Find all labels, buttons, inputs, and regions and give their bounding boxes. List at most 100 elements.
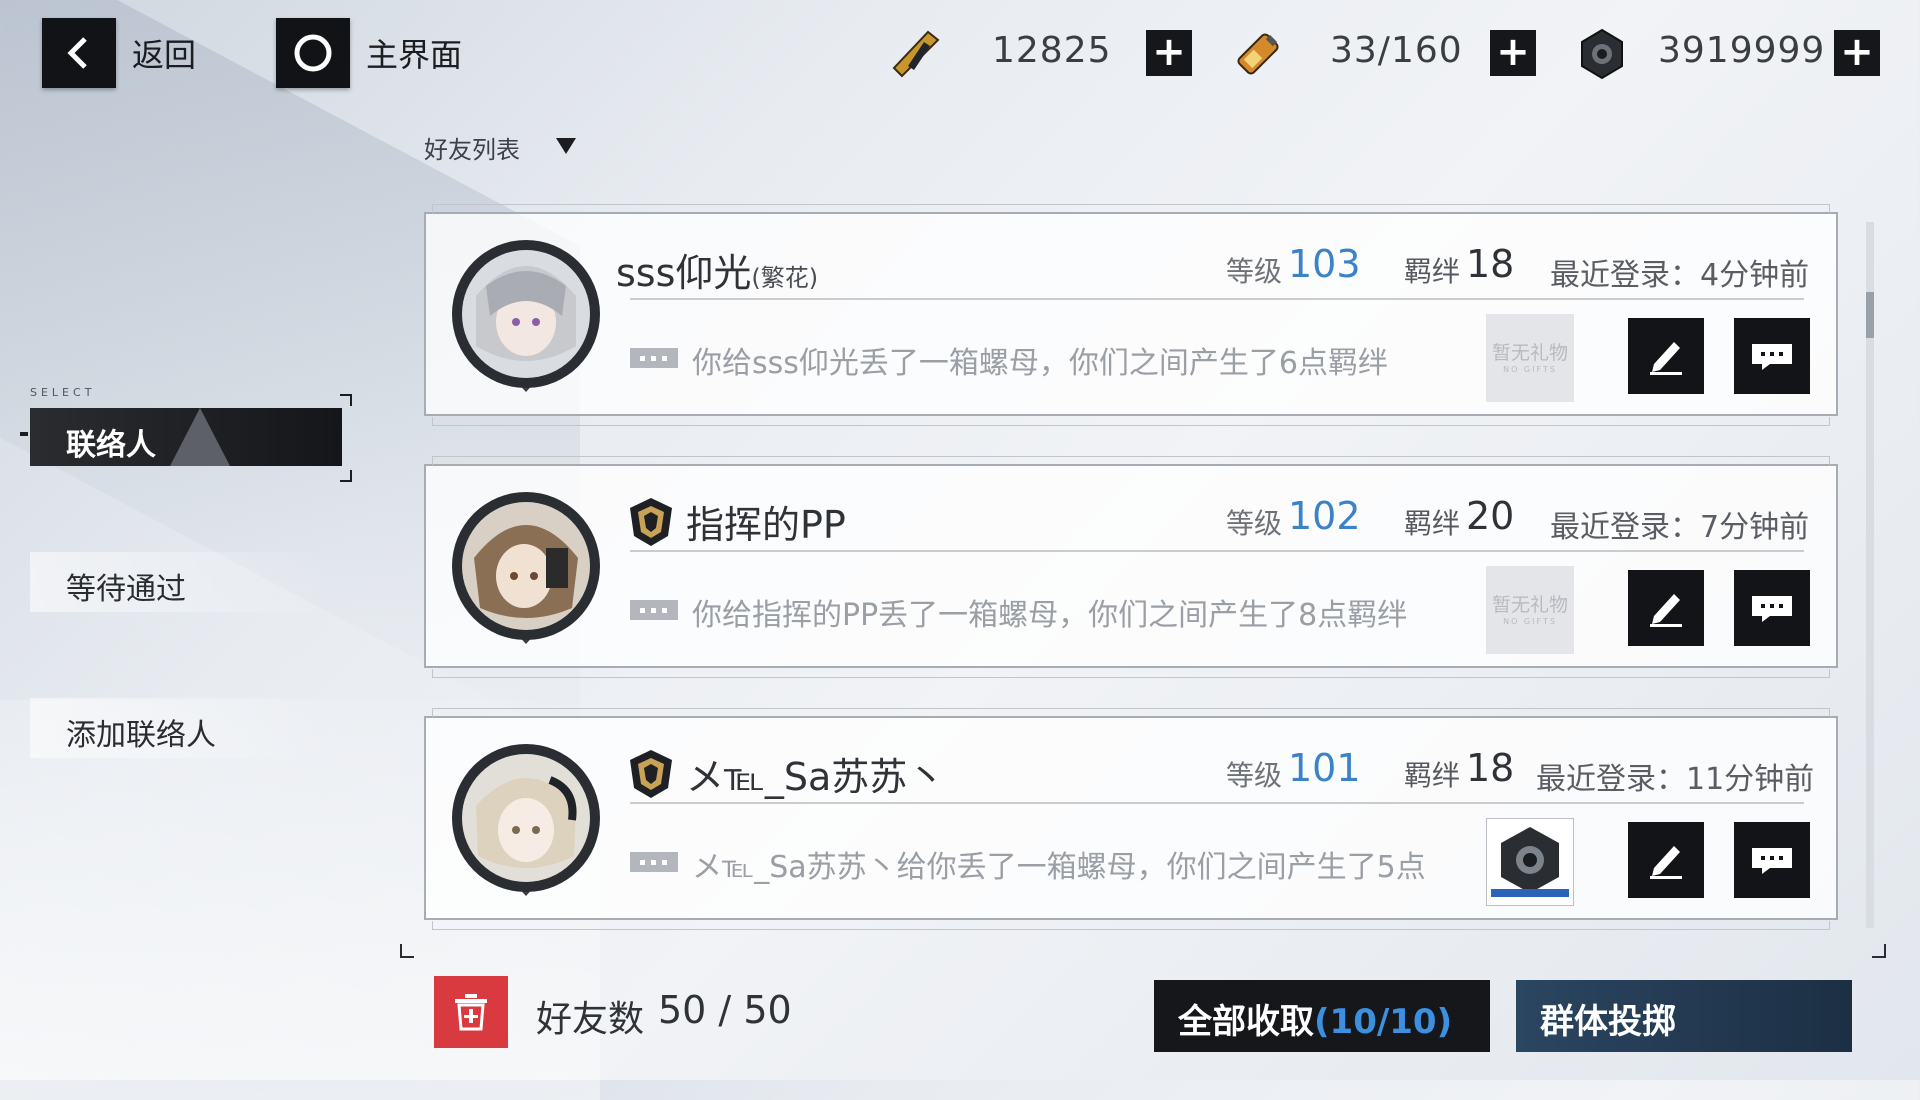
bond-label: 羁绊 (1404, 507, 1461, 540)
back-button[interactable] (42, 18, 116, 88)
dropdown-arrow-icon[interactable] (556, 138, 576, 154)
nut-count: 3919999 (1658, 30, 1826, 71)
decorative-triangle (170, 408, 230, 466)
select-tag: SELECT (30, 386, 96, 399)
bond-label: 羁绊 (1404, 759, 1461, 792)
gift-slot-empty: 暂无礼物 NO GIFTS (1486, 314, 1574, 402)
friend-count-value: 50 / 50 (658, 988, 792, 1032)
interaction-message: メ℡_Sa苏苏丶给你丢了一箱螺母，你们之间产生了5点 (692, 850, 1426, 885)
chat-button[interactable] (1734, 318, 1810, 394)
circle-icon (294, 34, 332, 72)
back-label[interactable]: 返回 (132, 30, 196, 76)
card-divider (630, 298, 1804, 300)
avatar[interactable] (446, 488, 606, 648)
message-icon (630, 348, 678, 368)
add-battery-button[interactable]: + (1490, 30, 1536, 76)
ticket-count: 12825 (992, 30, 1112, 71)
friend-name: 指挥的PP (686, 503, 846, 547)
edit-button[interactable] (1628, 822, 1704, 898)
edit-button[interactable] (1628, 318, 1704, 394)
friend-count-label: 好友数 (536, 999, 645, 1040)
trash-icon (455, 994, 487, 1031)
sidebar-item-label: 添加联络人 (66, 718, 216, 753)
avatar[interactable] (446, 740, 606, 900)
avatar[interactable] (446, 236, 606, 396)
sidebar-pointer (20, 432, 28, 436)
level-label: 等级 (1226, 507, 1283, 540)
pencil-icon (1650, 846, 1682, 879)
rank-emblem-icon (626, 496, 676, 548)
sidebar-item-label: 等待通过 (66, 572, 186, 607)
gift-empty-sublabel: NO GIFTS (1503, 365, 1557, 374)
friend-name: sss仰光(繁花) (616, 242, 818, 297)
add-ticket-button[interactable]: + (1146, 30, 1192, 76)
pencil-icon (1650, 342, 1682, 375)
chat-button[interactable] (1734, 822, 1810, 898)
edit-button[interactable] (1628, 570, 1704, 646)
friend-name-suffix: (繁花) (751, 264, 819, 292)
friend-name-text: sss仰光 (616, 251, 752, 295)
bond-value: 18 (1466, 242, 1515, 286)
interaction-message: 你给指挥的PP丢了一箱螺母，你们之间产生了8点羁绊 (692, 598, 1408, 633)
friend-card[interactable]: 指挥的PP 等级 102 羁绊 20 最近登录：7分钟前 你给指挥的PP丢了一箱… (424, 456, 1838, 678)
gift-slot-nut[interactable] (1486, 818, 1574, 906)
message-icon (630, 600, 678, 620)
level-label: 等级 (1226, 759, 1283, 792)
nut-icon (1574, 26, 1630, 82)
bond-label: 羁绊 (1404, 255, 1461, 288)
frame-corner (400, 944, 414, 958)
pencil-icon (1650, 594, 1682, 627)
last-login: 最近登录：11分钟前 (1536, 762, 1815, 797)
chat-bubble-icon (1752, 596, 1792, 622)
nut-icon (1491, 827, 1569, 897)
collect-all-button[interactable]: 全部收取(10/10) (1154, 980, 1490, 1052)
card-frame-line (432, 708, 1830, 717)
group-throw-button[interactable]: 群体投掷 (1516, 980, 1852, 1052)
friend-card[interactable]: メ℡_Sa苏苏丶 等级 101 羁绊 18 最近登录：11分钟前 メ℡_Sa苏苏… (424, 708, 1838, 930)
sidebar-item-contacts[interactable]: 联络人 (30, 408, 342, 466)
gift-empty-sublabel: NO GIFTS (1503, 617, 1557, 626)
ticket-icon (888, 26, 944, 82)
gift-empty-label: 暂无礼物 (1491, 342, 1568, 364)
battery-count: 33/160 (1330, 30, 1463, 71)
level-value: 102 (1288, 494, 1361, 538)
interaction-message: 你给sss仰光丢了一箱螺母，你们之间产生了6点羁绊 (692, 346, 1388, 381)
level-value: 101 (1288, 746, 1361, 790)
gift-slot-empty: 暂无礼物 NO GIFTS (1486, 566, 1574, 654)
chat-button[interactable] (1734, 570, 1810, 646)
sidebar-item-pending[interactable]: 等待通过 (30, 552, 330, 612)
sidebar-item-label: 联络人 (66, 428, 156, 463)
level-label: 等级 (1226, 255, 1283, 288)
card-frame-line (432, 204, 1830, 213)
gift-empty-label: 暂无礼物 (1491, 594, 1568, 616)
frame-corner (1872, 944, 1886, 958)
friend-list-dropdown-label[interactable]: 好友列表 (424, 130, 520, 165)
battery-icon (1230, 26, 1286, 82)
card-divider (630, 550, 1804, 552)
home-button[interactable] (276, 18, 350, 88)
collect-all-count: (10/10) (1314, 1002, 1453, 1042)
scrollbar-thumb[interactable] (1866, 292, 1874, 338)
bond-value: 20 (1466, 494, 1515, 538)
chat-bubble-icon (1752, 344, 1792, 370)
friend-card[interactable]: sss仰光(繁花) 等级 103 羁绊 18 最近登录：4分钟前 你给sss仰光… (424, 204, 1838, 426)
card-divider (630, 802, 1804, 804)
card-frame-line (432, 921, 1830, 930)
card-frame-line (432, 669, 1830, 678)
chat-bubble-icon (1752, 848, 1792, 874)
friend-name: メ℡_Sa苏苏丶 (686, 755, 946, 799)
last-login: 最近登录：7分钟前 (1550, 510, 1810, 545)
message-icon (630, 852, 678, 872)
card-frame-line (432, 456, 1830, 465)
collect-all-text: 全部收取(10/10) (1178, 994, 1452, 1043)
card-frame-line (432, 417, 1830, 426)
add-nut-button[interactable]: + (1834, 30, 1880, 76)
bracket-corner (340, 470, 352, 482)
home-label[interactable]: 主界面 (366, 30, 462, 76)
last-login: 最近登录：4分钟前 (1550, 258, 1810, 293)
group-throw-label: 群体投掷 (1540, 1002, 1676, 1042)
bracket-corner (340, 394, 352, 406)
chevron-left-icon (67, 37, 87, 69)
delete-friend-button[interactable] (434, 976, 508, 1048)
sidebar-item-add-contact[interactable]: 添加联络人 (30, 698, 330, 758)
